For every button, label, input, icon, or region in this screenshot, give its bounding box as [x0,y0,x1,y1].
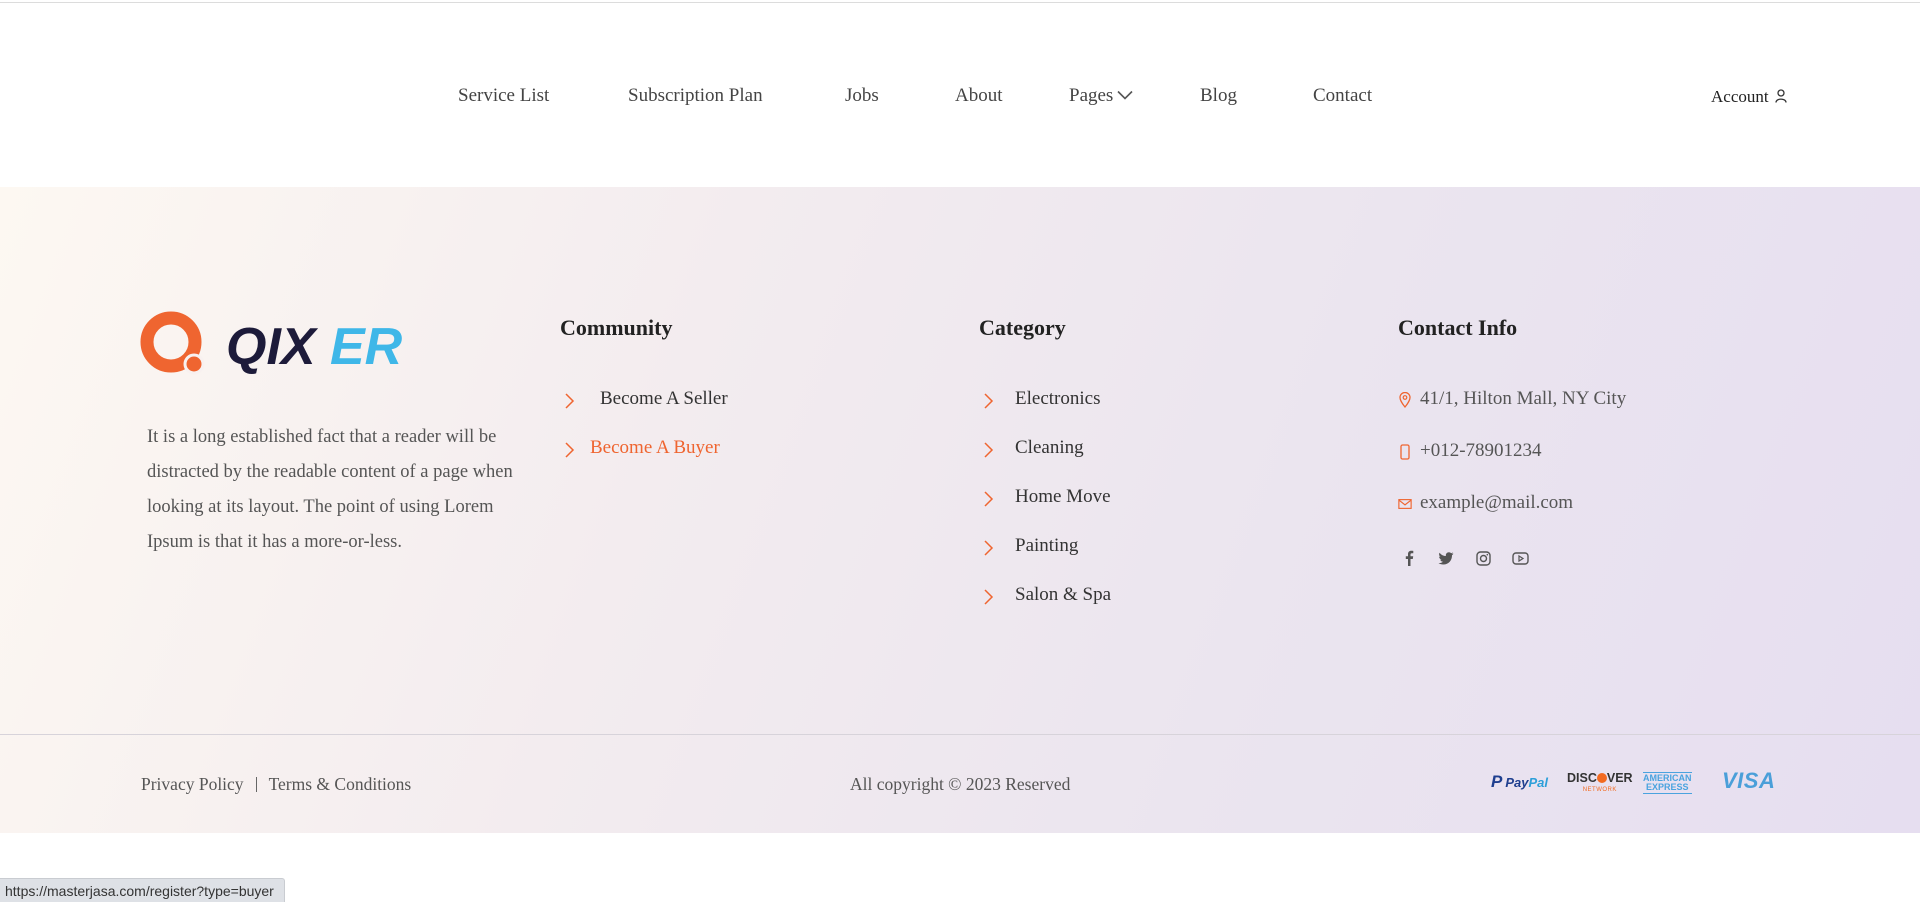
nav-item-pages-label: Pages [1069,85,1114,106]
category-link-cleaning[interactable]: Cleaning [983,437,1111,486]
category-link-label: Painting [1015,535,1079,556]
chevron-right-icon [984,540,994,556]
user-icon [1769,87,1787,106]
community-link-become-seller[interactable]: Become A Seller [564,388,728,437]
category-title: Category [979,315,1066,340]
paypal-word-1: Pay [1505,774,1529,790]
category-link-salon-spa[interactable]: Salon & Spa [983,584,1111,633]
browser-status-bar: https://masterjasa.com/register?type=buy… [0,878,285,902]
contact-email-text: example@mail.com [1420,492,1574,513]
nav-item-subscription-plan[interactable]: Subscription Plan [628,85,763,107]
chevron-right-icon [565,442,575,458]
contact-phone[interactable]: +012-78901234 [1398,440,1626,492]
community-link-label: Become A Buyer [590,437,720,458]
site-header: Service List Subscription Plan Jobs Abou… [0,3,1920,187]
discover-word-1: DISC [1567,771,1597,785]
svg-text:ER: ER [330,318,403,376]
community-links: Become A Seller Become A Buyer [564,388,728,486]
phone-icon [1398,442,1412,462]
map-pin-icon [1398,390,1412,410]
contact-email[interactable]: example@mail.com [1398,492,1626,544]
nav-item-jobs[interactable]: Jobs [845,85,879,107]
account-button[interactable]: Account [1711,87,1787,107]
category-link-label: Salon & Spa [1015,584,1112,605]
account-label: Account [1711,87,1769,106]
mail-icon [1398,494,1412,514]
paypal-word-2: Pal [1528,774,1548,790]
chevron-right-icon [565,393,575,409]
discover-network: NETWORK [1582,787,1617,793]
discover-dot-icon [1596,772,1607,783]
contact-address: 41/1, Hilton Mall, NY City [1398,388,1626,440]
chevron-right-icon [984,491,994,507]
discover-logo: DISC VER NETWORK [1567,772,1633,796]
chevron-right-icon [984,442,994,458]
contact-info-list: 41/1, Hilton Mall, NY City +012-78901234… [1398,388,1626,544]
nav-item-service-list[interactable]: Service List [458,85,549,107]
amex-word-2: EXPRESS [1645,782,1689,792]
category-link-electronics[interactable]: Electronics [983,388,1111,437]
terms-conditions-link[interactable]: Terms & Conditions [269,774,412,794]
contact-info-title: Contact Info [1398,315,1518,340]
contact-address-text: 41/1, Hilton Mall, NY City [1420,388,1627,409]
category-link-label: Home Move [1015,486,1111,507]
nav-item-blog[interactable]: Blog [1200,85,1237,107]
category-link-painting[interactable]: Painting [983,535,1111,584]
amex-logo: AMERICAN EXPRESS [1643,772,1692,794]
site-footer: QIX ER It is a long established fact tha… [0,187,1920,833]
nav-item-about[interactable]: About [955,85,1003,107]
discover-word-2: VER [1606,771,1633,785]
legal-links: Privacy Policy Terms & Conditions [141,774,411,795]
qixer-logo[interactable]: QIX ER [140,311,420,377]
category-link-label: Cleaning [1015,437,1084,458]
chevron-right-icon [984,393,994,409]
youtube-icon[interactable] [1509,547,1531,569]
chevron-right-icon [984,589,994,605]
instagram-icon[interactable] [1472,547,1494,569]
category-links: Electronics Cleaning Home Move Painting … [983,388,1111,633]
category-link-home-move[interactable]: Home Move [983,486,1111,535]
copyright-text: All copyright © 2023 Reserved [850,774,1071,794]
contact-phone-text: +012-78901234 [1420,440,1542,461]
chevron-down-icon [1117,84,1133,106]
paypal-logo: P Pay Pal [1491,772,1548,792]
category-link-label: Electronics [1015,388,1101,409]
twitter-icon[interactable] [1435,547,1457,569]
link-separator [255,776,257,792]
footer-divider [0,734,1920,735]
facebook-icon[interactable] [1398,547,1420,569]
privacy-policy-link[interactable]: Privacy Policy [141,774,244,794]
community-link-label: Become A Seller [600,388,728,409]
community-link-become-buyer[interactable]: Become A Buyer [564,437,728,486]
nav-item-contact[interactable]: Contact [1313,85,1372,107]
svg-text:QIX: QIX [226,318,319,376]
visa-logo: VISA [1722,768,1776,793]
social-links [1398,547,1546,569]
footer-about-text: It is a long established fact that a rea… [147,427,513,552]
nav-item-pages[interactable]: Pages [1069,85,1133,107]
community-title: Community [560,315,673,340]
paypal-icon: P [1491,772,1503,791]
